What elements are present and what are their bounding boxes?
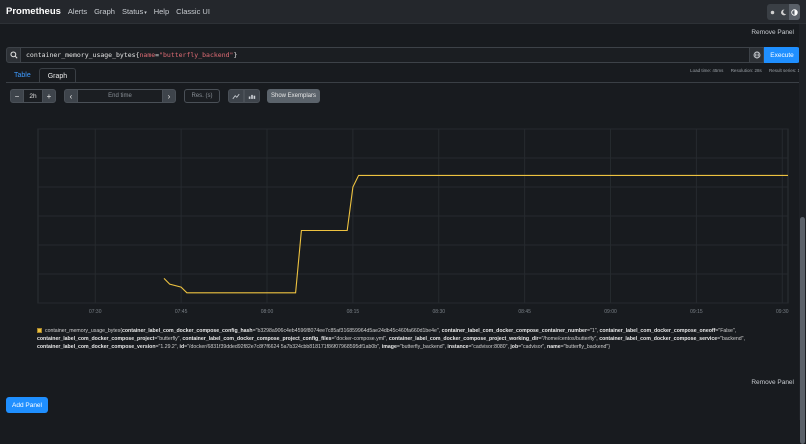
series-legend[interactable]: container_memory_usage_bytes{container_l… [37,327,787,351]
metrics-explorer-icon[interactable] [749,47,764,63]
legend-label-key: container_label_com_docker_compose_oneof… [599,328,716,334]
x-tick-label: 09:00 [604,309,617,315]
x-tick-label: 08:45 [518,309,531,315]
nav-status[interactable]: Status▾ [122,7,147,16]
legend-label-value: ="cadvisor", [518,344,548,350]
resolution: Resolution: 28s [730,68,762,73]
x-tick-label: 09:30 [776,309,789,315]
top-navbar: Prometheus Alerts Graph Status▾ Help Cla… [0,0,806,24]
tab-table[interactable]: Table [6,68,39,83]
legend-label-key: image [381,344,397,350]
legend-label-value: ="1", [586,328,600,334]
panel-tabs: Table Graph [6,68,77,83]
legend-label-key: container_label_com_docker_compose_confi… [122,328,253,334]
show-exemplars-button[interactable]: Show Exemplars [267,89,321,103]
legend-label-key: container_label_com_docker_compose_servi… [599,336,718,342]
expr-value: "butterfly_backend" [159,51,234,59]
legend-label-value: ="backend", [717,336,745,342]
remove-panel-link[interactable]: Remove Panel [751,29,794,36]
nav-alerts[interactable]: Alerts [68,7,87,16]
expression-input[interactable]: container_memory_usage_bytes{name="butte… [21,47,749,63]
legend-label-value: ="1.29.2", [155,344,180,350]
legend-label-key: container_label_com_docker_compose_proje… [37,336,155,342]
legend-color-swatch [37,328,42,333]
nav-status-label: Status [121,7,144,16]
nav-classic-ui[interactable]: Classic UI [176,7,210,16]
legend-label-key: container_label_com_docker_compose_proje… [388,336,539,342]
nav-graph[interactable]: Graph [94,7,115,16]
legend-label-value: ="butterfly_backend", [396,344,448,350]
line-chart-icon[interactable] [228,89,244,103]
legend-label-key: name [547,344,561,350]
legend-suffix: } [608,344,611,350]
x-tick-label: 08:00 [261,309,274,315]
add-panel-button[interactable]: Add Panel [6,397,48,413]
series-line [163,174,788,294]
page-scrollbar[interactable] [799,24,806,444]
x-tick-label: 09:15 [690,309,703,315]
graph-area: 07:30 07:45 08:00 08:15 08:30 08:45 09:00 09:15… [10,125,790,317]
decrease-range-button[interactable]: − [10,89,24,103]
x-tick-label: 07:30 [89,309,102,315]
search-icon [6,47,21,63]
expr-suffix: } [233,51,238,59]
x-tick-label: 07:45 [175,309,188,315]
legend-label-key: instance [447,344,469,350]
chevron-down-icon: ▾ [144,10,147,16]
auto-theme-icon[interactable] [789,4,800,20]
line-chart: 07:30 07:45 08:00 08:15 08:30 08:45 09:00 09:15… [37,128,789,315]
legend-label-key: container_label_com_docker_compose_proje… [182,336,332,342]
graph-controls: − 2h + ‹ End time › Res. (s) Show Exempl… [10,89,321,103]
legend-label-value: ="/docker/6831f39dded92f82e7c8f7f6624 5a… [184,344,382,350]
end-time-input[interactable]: End time [78,89,162,103]
tab-divider [6,82,800,83]
x-tick-label: 08:30 [433,309,446,315]
remove-panel-link-bottom[interactable]: Remove Panel [751,379,794,386]
scrollbar-thumb[interactable] [800,217,805,444]
legend-label-key: container_label_com_docker_compose_conta… [441,328,587,334]
expression-bar: container_memory_usage_bytes{name="butte… [6,47,800,63]
execute-button[interactable]: Execute [764,47,800,63]
legend-label-value: ="False", [715,328,737,334]
light-theme-icon[interactable] [767,4,778,20]
expr-label: name [139,51,156,59]
theme-switcher [767,4,800,20]
nav-help[interactable]: Help [154,7,169,16]
stacked-chart-icon[interactable] [244,89,260,103]
legend-label-value: ="b3298a906c4eb4596f8074ee7c85af31685996… [252,328,442,334]
resolution-input[interactable]: Res. (s) [184,89,220,103]
load-time: Load time: 45ms [690,68,724,73]
dark-theme-icon[interactable] [778,4,789,20]
brand-logo[interactable]: Prometheus [6,6,61,17]
legend-metric: container_memory_usage_bytes{ [45,328,122,334]
increase-range-button[interactable]: + [42,89,56,103]
next-end-time-button[interactable]: › [162,89,176,103]
legend-label-key: job [510,344,519,350]
expr-prefix: container_memory_usage_bytes{ [26,51,140,59]
previous-end-time-button[interactable]: ‹ [64,89,78,103]
range-input[interactable]: 2h [24,89,42,103]
legend-label-value: ="butterfly_backend" [560,344,609,350]
tab-graph[interactable]: Graph [38,68,77,83]
x-tick-label: 08:15 [347,309,360,315]
legend-label-value: ="cadvisor:8080", [468,344,511,350]
legend-label-value: ="/home/centos/butterfly", [538,336,600,342]
result-series: Result series: 1 [768,68,800,73]
legend-label-value: ="butterfly", [154,336,183,342]
legend-label-value: ="docker-compose.yml", [331,336,389,342]
legend-label-key: container_label_com_docker_compose_versi… [37,344,156,350]
query-stats: Load time: 45ms Resolution: 28s Result s… [684,68,800,73]
